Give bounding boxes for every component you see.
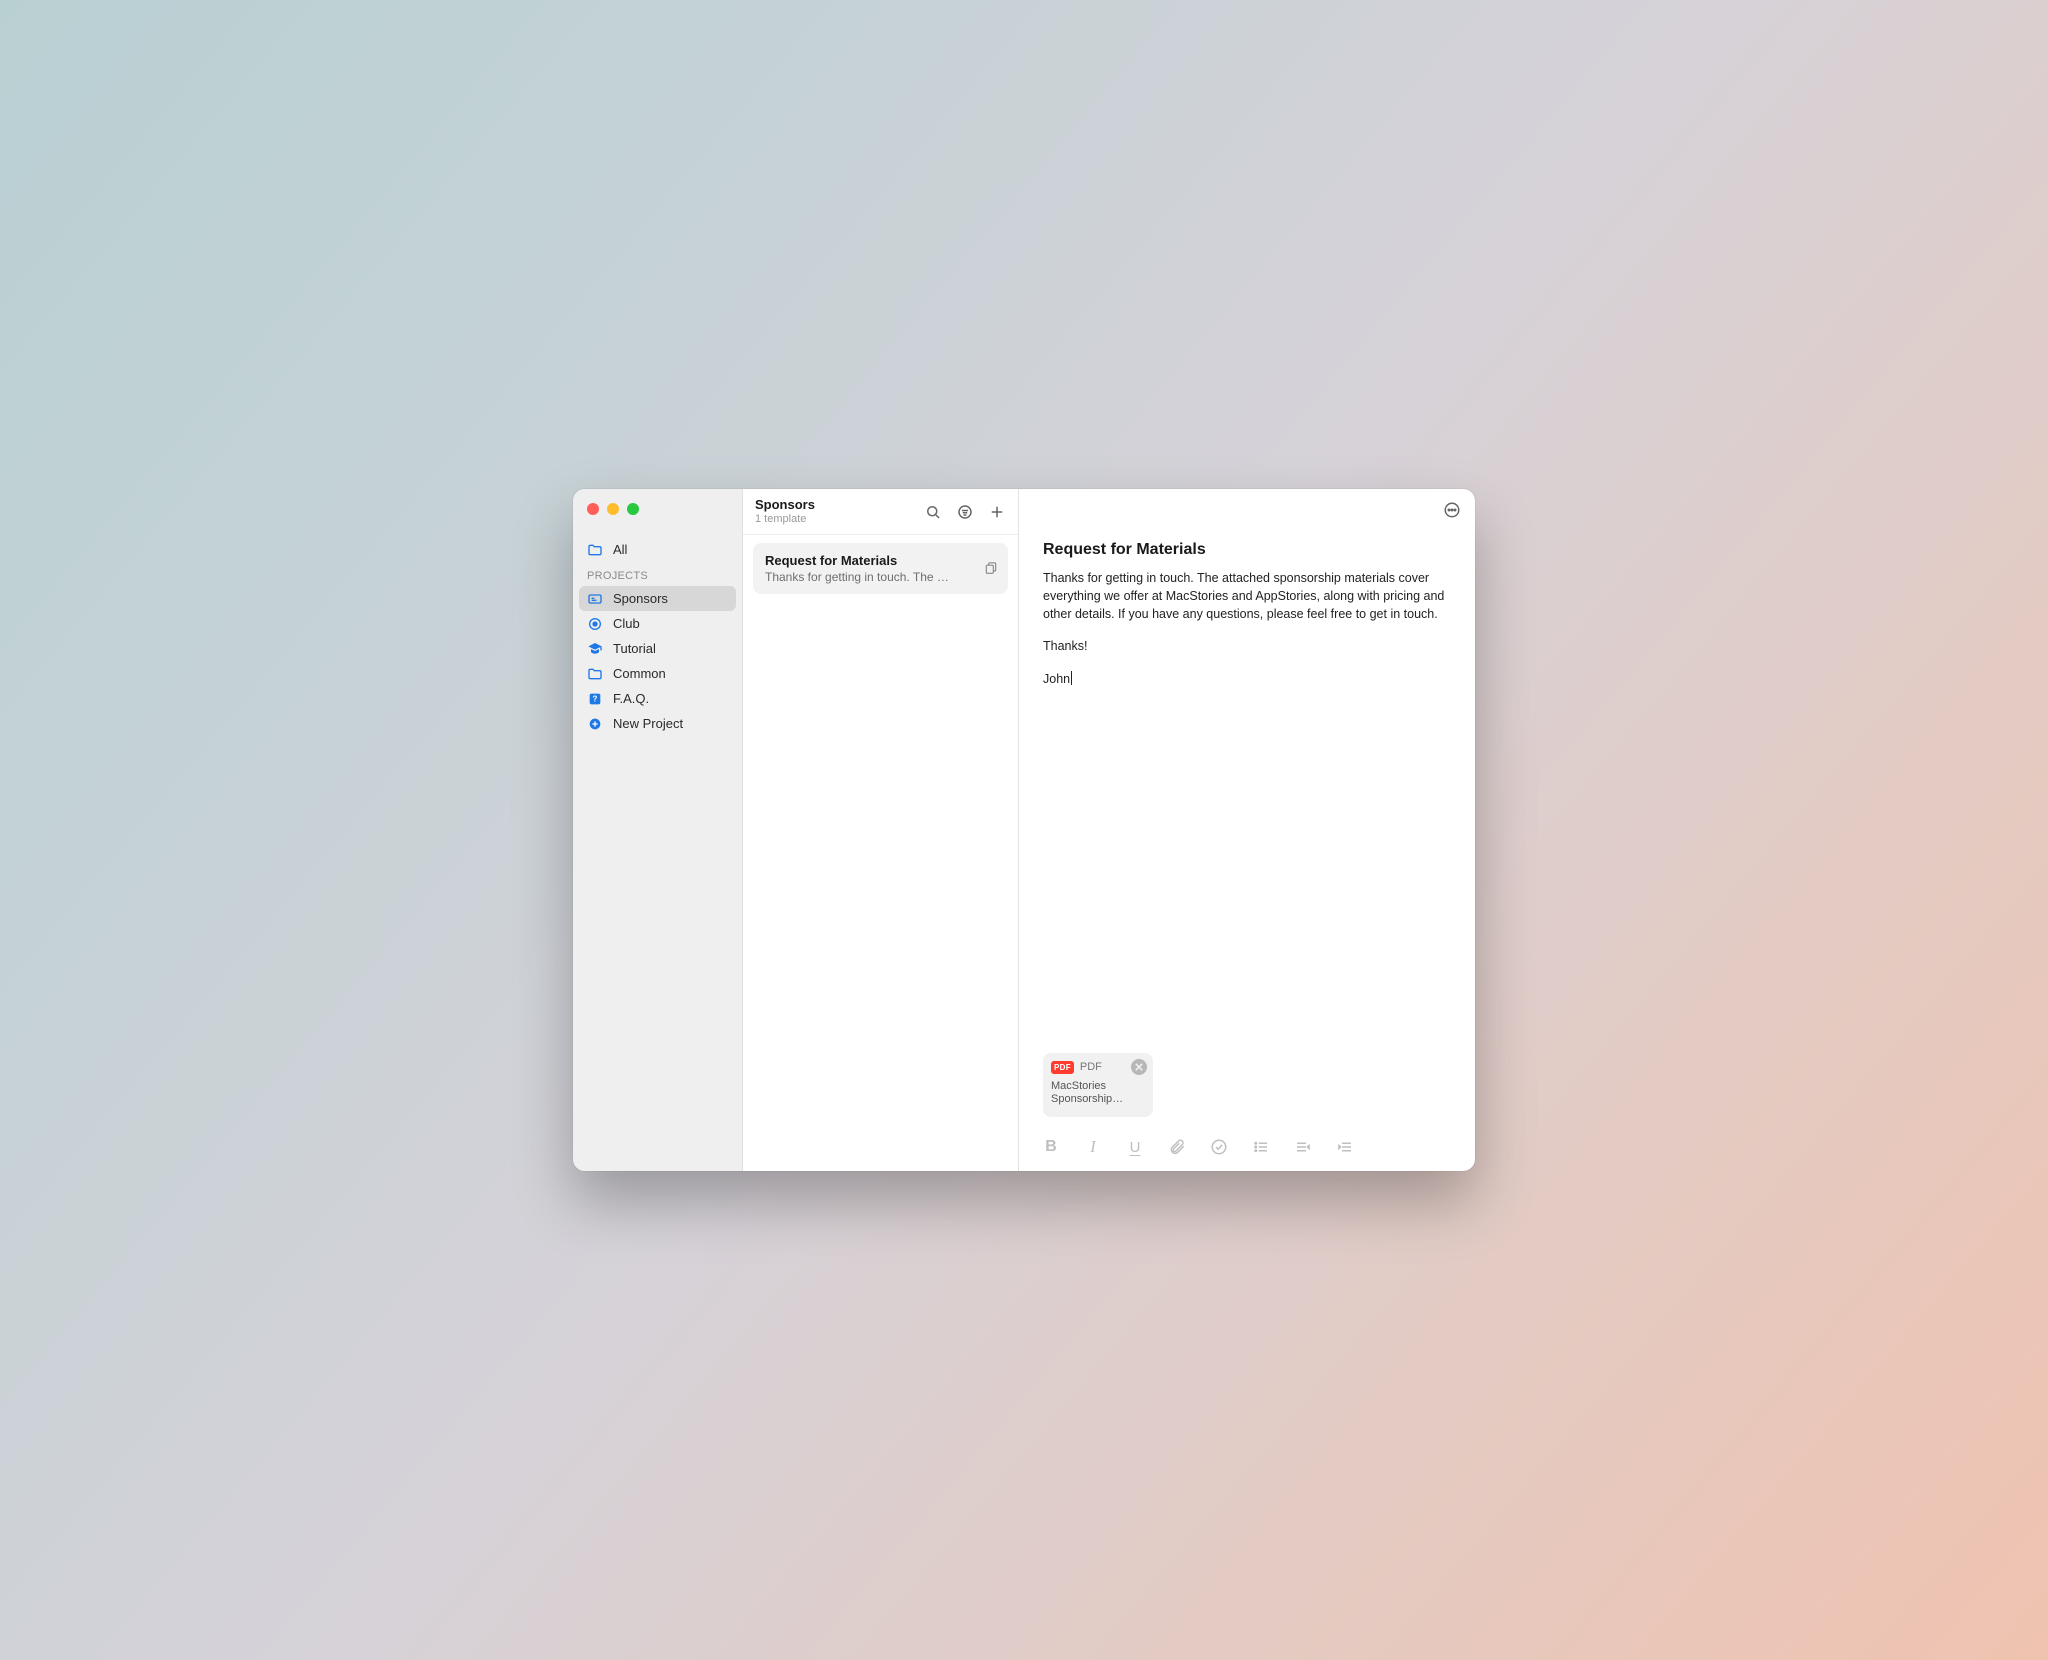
svg-text:?: ? xyxy=(593,694,598,703)
sidebar-item-all[interactable]: All xyxy=(579,537,736,562)
indent-button[interactable] xyxy=(1335,1137,1355,1157)
clipboard-icon xyxy=(984,560,998,577)
filter-button[interactable] xyxy=(956,503,974,521)
sidebar-item-sponsors[interactable]: Sponsors xyxy=(579,586,736,611)
more-button[interactable] xyxy=(1443,501,1461,522)
editor-thanks-line: Thanks! xyxy=(1043,637,1451,655)
plus-circle-icon xyxy=(587,716,603,732)
folder-icon xyxy=(587,666,603,682)
sidebar-item-new-project[interactable]: New Project xyxy=(579,711,736,736)
template-card-title: Request for Materials xyxy=(765,553,996,568)
attachment-type: PDF xyxy=(1080,1061,1102,1073)
target-icon xyxy=(587,616,603,632)
template-list-title: Sponsors xyxy=(755,498,815,513)
filter-icon xyxy=(956,503,974,521)
editor-body[interactable]: Request for Materials Thanks for getting… xyxy=(1019,535,1475,1053)
sidebar-projects-header: PROJECTS xyxy=(573,562,742,586)
template-card-preview: Thanks for getting in touch. The atta… xyxy=(765,570,955,584)
pdf-badge-icon: PDF xyxy=(1051,1061,1074,1074)
format-toolbar: B I U xyxy=(1019,1127,1475,1171)
check-circle-icon xyxy=(1210,1138,1228,1156)
sidebar-item-faq[interactable]: ? F.A.Q. xyxy=(579,686,736,711)
search-icon xyxy=(924,503,942,521)
indent-icon xyxy=(1336,1138,1354,1156)
sidebar: All PROJECTS Sponsors Club Tutori xyxy=(573,489,743,1171)
sidebar-projects-list: Sponsors Club Tutorial Common xyxy=(573,586,742,736)
sidebar-list: All xyxy=(573,537,742,562)
editor-paragraph: Thanks for getting in touch. The attache… xyxy=(1043,569,1451,623)
attachment-name: MacStories Sponsorship Materi… xyxy=(1051,1080,1145,1108)
app-window: All PROJECTS Sponsors Club Tutori xyxy=(573,489,1475,1171)
folder-icon xyxy=(587,542,603,558)
question-icon: ? xyxy=(587,691,603,707)
search-button[interactable] xyxy=(924,503,942,521)
template-list-title-block: Sponsors 1 template xyxy=(755,498,815,525)
underline-button[interactable]: U xyxy=(1125,1137,1145,1157)
attachment-area: PDF PDF MacStories Sponsorship Materi… xyxy=(1019,1053,1475,1128)
bold-button[interactable]: B xyxy=(1041,1137,1061,1157)
text-cursor xyxy=(1070,672,1072,686)
sidebar-item-label: Sponsors xyxy=(613,591,668,606)
sidebar-item-label: Tutorial xyxy=(613,641,656,656)
attachment-chip[interactable]: PDF PDF MacStories Sponsorship Materi… xyxy=(1043,1053,1153,1118)
sidebar-item-common[interactable]: Common xyxy=(579,661,736,686)
outdent-icon xyxy=(1294,1138,1312,1156)
italic-button[interactable]: I xyxy=(1083,1137,1103,1157)
close-window-button[interactable] xyxy=(587,503,599,515)
checklist-button[interactable] xyxy=(1209,1137,1229,1157)
template-list-subtitle: 1 template xyxy=(755,513,815,525)
bullet-list-button[interactable] xyxy=(1251,1137,1271,1157)
sidebar-item-label: F.A.Q. xyxy=(613,691,649,706)
ellipsis-circle-icon xyxy=(1443,501,1461,519)
plus-icon xyxy=(988,503,1006,521)
template-list-pane: Sponsors 1 template Request for Material… xyxy=(743,489,1019,1171)
template-card[interactable]: Request for Materials Thanks for getting… xyxy=(753,543,1008,594)
template-list-header: Sponsors 1 template xyxy=(743,489,1018,535)
paperclip-icon xyxy=(1168,1138,1186,1156)
editor-title: Request for Materials xyxy=(1043,541,1451,559)
outdent-button[interactable] xyxy=(1293,1137,1313,1157)
window-controls xyxy=(573,489,742,537)
graduation-cap-icon xyxy=(587,641,603,657)
sidebar-item-label: New Project xyxy=(613,716,683,731)
minimize-window-button[interactable] xyxy=(607,503,619,515)
attach-button[interactable] xyxy=(1167,1137,1187,1157)
sidebar-item-label: All xyxy=(613,542,627,557)
editor-header xyxy=(1019,489,1475,535)
template-list: Request for Materials Thanks for getting… xyxy=(743,535,1018,602)
sidebar-item-label: Common xyxy=(613,666,666,681)
add-button[interactable] xyxy=(988,503,1006,521)
sidebar-item-tutorial[interactable]: Tutorial xyxy=(579,636,736,661)
attachment-remove-button[interactable] xyxy=(1131,1059,1147,1075)
zoom-window-button[interactable] xyxy=(627,503,639,515)
sidebar-item-label: Club xyxy=(613,616,640,631)
editor-signature: John xyxy=(1043,670,1451,688)
bullet-list-icon xyxy=(1252,1138,1270,1156)
message-badge-icon xyxy=(587,591,603,607)
editor-pane: Request for Materials Thanks for getting… xyxy=(1019,489,1475,1171)
template-list-actions xyxy=(924,503,1006,521)
sidebar-item-club[interactable]: Club xyxy=(579,611,736,636)
close-icon xyxy=(1135,1063,1143,1071)
